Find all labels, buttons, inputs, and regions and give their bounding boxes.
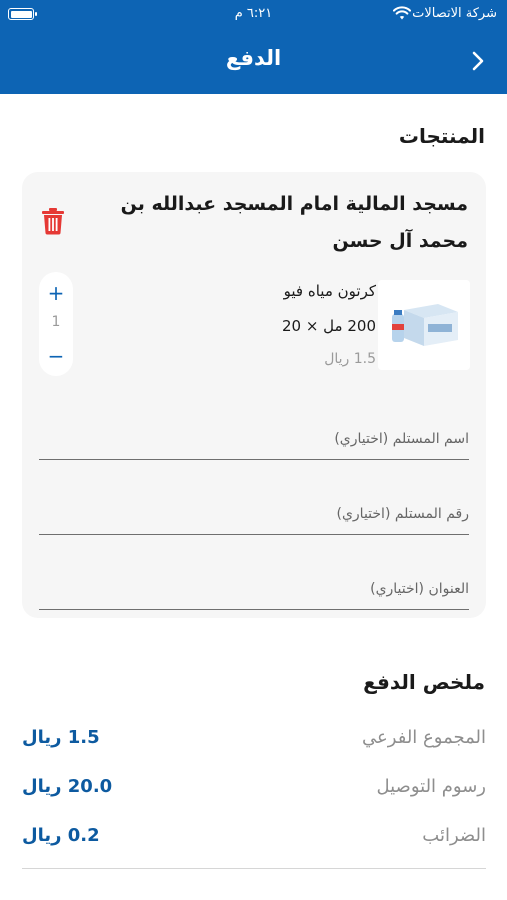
payment-summary-title: ملخص الدفع [363, 670, 485, 694]
subtotal-value: 1.5 ريال [22, 727, 100, 748]
recipient-name-placeholder: اسم المستلم (اختياري) [334, 431, 469, 447]
delivery-fee-label: رسوم التوصيل [376, 776, 486, 797]
order-card: مسجد المالية امام المسجد عبدالله بن محمد… [22, 172, 486, 618]
recipient-phone-placeholder: رقم المستلم (اختياري) [336, 506, 470, 522]
product-price: 1.5 ريال [324, 351, 376, 367]
summary-divider [22, 868, 486, 869]
chevron-right-icon[interactable] [465, 48, 491, 74]
product-name: كرتون مياه فيو [283, 282, 376, 300]
increment-button[interactable]: + [39, 283, 73, 303]
product-size: 200 مل × 20 [281, 317, 376, 335]
battery-icon [8, 8, 37, 20]
address-placeholder: العنوان (اختياري) [370, 581, 469, 597]
app-header: شركة الاتصالات ٦:٢١ م الدفع [0, 0, 507, 94]
taxes-row: الضرائب 0.2 ريال [22, 825, 486, 855]
recipient-phone-field[interactable]: رقم المستلم (اختياري) [39, 476, 469, 535]
recipient-name-field[interactable]: اسم المستلم (اختياري) [39, 401, 469, 460]
product-image [378, 280, 470, 370]
address-field[interactable]: العنوان (اختياري) [39, 551, 469, 610]
subtotal-row: المجموع الفرعي 1.5 ريال [22, 727, 486, 757]
delivery-fee-row: رسوم التوصيل 20.0 ريال [22, 776, 486, 806]
status-time: ٦:٢١ م [234, 6, 273, 21]
location-name: مسجد المالية امام المسجد عبدالله بن محمد… [120, 193, 468, 252]
decrement-button[interactable]: − [39, 346, 73, 366]
taxes-value: 0.2 ريال [22, 825, 100, 846]
taxes-label: الضرائب [422, 825, 486, 846]
quantity-stepper: + 1 − [39, 272, 73, 376]
delivery-fee-value: 20.0 ريال [22, 776, 113, 797]
subtotal-label: المجموع الفرعي [362, 727, 486, 748]
status-bar: شركة الاتصالات ٦:٢١ م [0, 0, 507, 30]
products-section-title: المنتجات [398, 124, 485, 148]
quantity-value: 1 [51, 314, 61, 330]
page-title: الدفع [225, 46, 282, 70]
trash-icon[interactable] [40, 207, 66, 235]
